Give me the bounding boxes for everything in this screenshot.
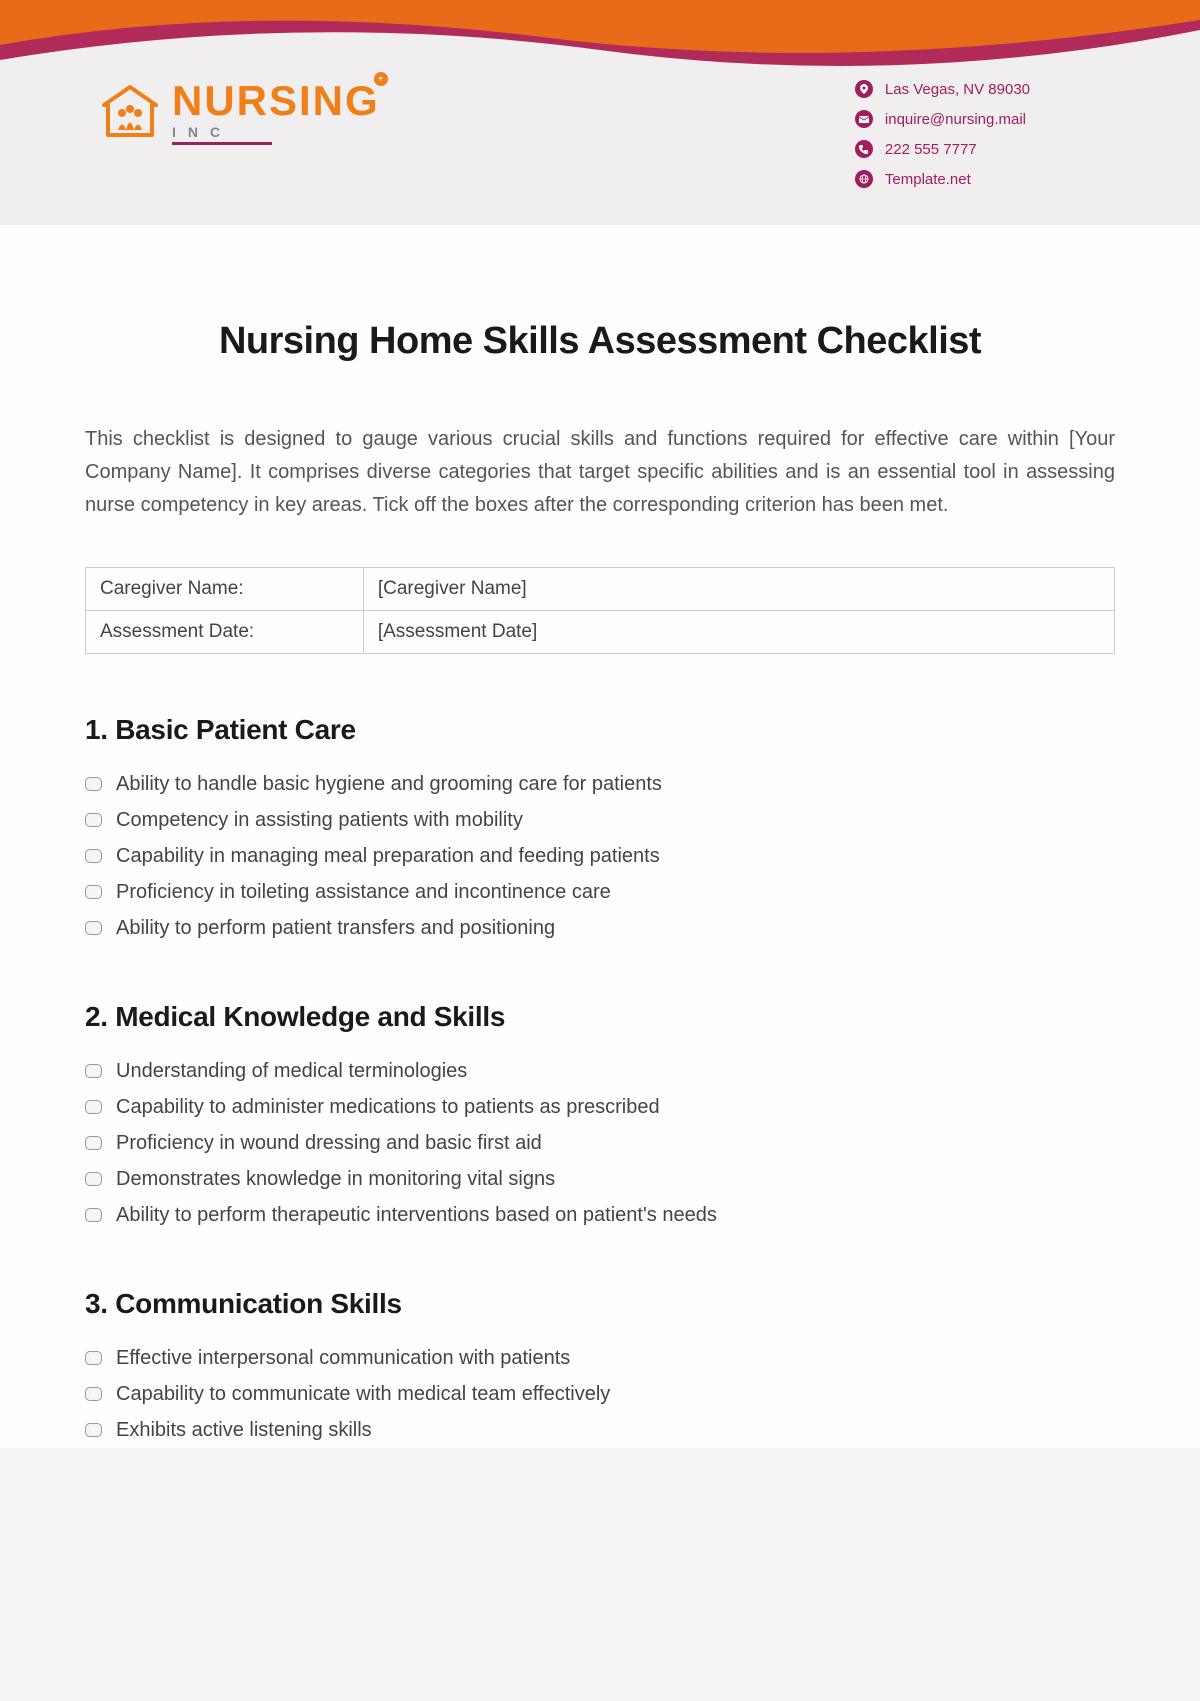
contact-email-text: inquire@nursing.mail bbox=[885, 111, 1026, 128]
checklist: Effective interpersonal communication wi… bbox=[85, 1340, 1115, 1448]
contact-web: Template.net bbox=[855, 170, 1030, 188]
checklist-item-text: Exhibits active listening skills bbox=[116, 1415, 372, 1445]
checklist-item: Ability to perform therapeutic intervent… bbox=[85, 1197, 1115, 1233]
caregiver-label: Caregiver Name: bbox=[86, 568, 364, 611]
sections-container: 1. Basic Patient Care Ability to handle b… bbox=[85, 714, 1115, 1448]
checkbox[interactable] bbox=[85, 1064, 102, 1078]
document-title: Nursing Home Skills Assessment Checklist bbox=[85, 320, 1115, 363]
checklist-item-text: Competency in assisting patients with mo… bbox=[116, 805, 523, 835]
checklist-item: Proficiency in toileting assistance and … bbox=[85, 874, 1115, 910]
section-heading: 2. Medical Knowledge and Skills bbox=[85, 1001, 1115, 1033]
date-value[interactable]: [Assessment Date] bbox=[363, 611, 1114, 654]
contact-address: Las Vegas, NV 89030 bbox=[855, 80, 1030, 98]
checklist-item-text: Capability to communicate with medical t… bbox=[116, 1379, 610, 1409]
checklist-item: Proficiency in wound dressing and basic … bbox=[85, 1125, 1115, 1161]
web-icon bbox=[855, 170, 873, 188]
checkbox[interactable] bbox=[85, 921, 102, 935]
section-heading: 3. Communication Skills bbox=[85, 1288, 1115, 1320]
header-banner: NURSING + INC Las Vegas, NV 89030 inquir… bbox=[0, 0, 1200, 225]
checkbox[interactable] bbox=[85, 885, 102, 899]
date-label: Assessment Date: bbox=[86, 611, 364, 654]
checklist-item-text: Ability to perform therapeutic intervent… bbox=[116, 1200, 717, 1230]
contact-info: Las Vegas, NV 89030 inquire@nursing.mail… bbox=[855, 80, 1030, 188]
phone-icon bbox=[855, 140, 873, 158]
checklist-item-text: Proficiency in wound dressing and basic … bbox=[116, 1128, 542, 1158]
logo-text: NURSING + INC bbox=[172, 80, 380, 145]
checkbox[interactable] bbox=[85, 849, 102, 863]
checklist-item: Understanding of medical terminologies bbox=[85, 1053, 1115, 1089]
checklist-item-text: Capability to administer medications to … bbox=[116, 1092, 660, 1122]
logo-main-text: NURSING bbox=[172, 77, 380, 124]
checklist-item: Competency in assisting patients with mo… bbox=[85, 802, 1115, 838]
info-table: Caregiver Name: [Caregiver Name] Assessm… bbox=[85, 567, 1115, 654]
checkbox[interactable] bbox=[85, 1136, 102, 1150]
checklist-item-text: Capability in managing meal preparation … bbox=[116, 841, 660, 871]
section-heading: 1. Basic Patient Care bbox=[85, 714, 1115, 746]
checklist: Understanding of medical terminologies Ca… bbox=[85, 1053, 1115, 1233]
email-icon bbox=[855, 110, 873, 128]
checklist-item: Exhibits active listening skills bbox=[85, 1412, 1115, 1448]
document-content: Nursing Home Skills Assessment Checklist… bbox=[0, 225, 1200, 1448]
checklist-item-text: Effective interpersonal communication wi… bbox=[116, 1343, 570, 1373]
checkbox[interactable] bbox=[85, 777, 102, 791]
checklist-item-text: Ability to handle basic hygiene and groo… bbox=[116, 769, 662, 799]
checkbox[interactable] bbox=[85, 1387, 102, 1401]
checklist-item: Capability in managing meal preparation … bbox=[85, 838, 1115, 874]
checkbox[interactable] bbox=[85, 813, 102, 827]
table-row: Assessment Date: [Assessment Date] bbox=[86, 611, 1115, 654]
checklist-item: Ability to handle basic hygiene and groo… bbox=[85, 766, 1115, 802]
checklist-item: Effective interpersonal communication wi… bbox=[85, 1340, 1115, 1376]
checklist-item-text: Demonstrates knowledge in monitoring vit… bbox=[116, 1164, 555, 1194]
contact-phone-text: 222 555 7777 bbox=[885, 141, 977, 158]
checkbox[interactable] bbox=[85, 1172, 102, 1186]
intro-paragraph: This checklist is designed to gauge vari… bbox=[85, 423, 1115, 522]
table-row: Caregiver Name: [Caregiver Name] bbox=[86, 568, 1115, 611]
checklist-item-text: Understanding of medical terminologies bbox=[116, 1056, 467, 1086]
contact-phone: 222 555 7777 bbox=[855, 140, 1030, 158]
checkbox[interactable] bbox=[85, 1100, 102, 1114]
checklist: Ability to handle basic hygiene and groo… bbox=[85, 766, 1115, 946]
checklist-item-text: Proficiency in toileting assistance and … bbox=[116, 877, 611, 907]
location-icon bbox=[855, 80, 873, 98]
logo-sub-text: INC bbox=[172, 124, 272, 145]
contact-email: inquire@nursing.mail bbox=[855, 110, 1030, 128]
checkbox[interactable] bbox=[85, 1351, 102, 1365]
contact-address-text: Las Vegas, NV 89030 bbox=[885, 81, 1030, 98]
checklist-item: Capability to administer medications to … bbox=[85, 1089, 1115, 1125]
plus-icon: + bbox=[374, 72, 388, 86]
checklist-item: Demonstrates knowledge in monitoring vit… bbox=[85, 1161, 1115, 1197]
checklist-item-text: Ability to perform patient transfers and… bbox=[116, 913, 555, 943]
checkbox[interactable] bbox=[85, 1423, 102, 1437]
contact-web-text: Template.net bbox=[885, 171, 971, 188]
checklist-item: Capability to communicate with medical t… bbox=[85, 1376, 1115, 1412]
caregiver-value[interactable]: [Caregiver Name] bbox=[363, 568, 1114, 611]
checkbox[interactable] bbox=[85, 1208, 102, 1222]
checklist-item: Ability to perform patient transfers and… bbox=[85, 910, 1115, 946]
